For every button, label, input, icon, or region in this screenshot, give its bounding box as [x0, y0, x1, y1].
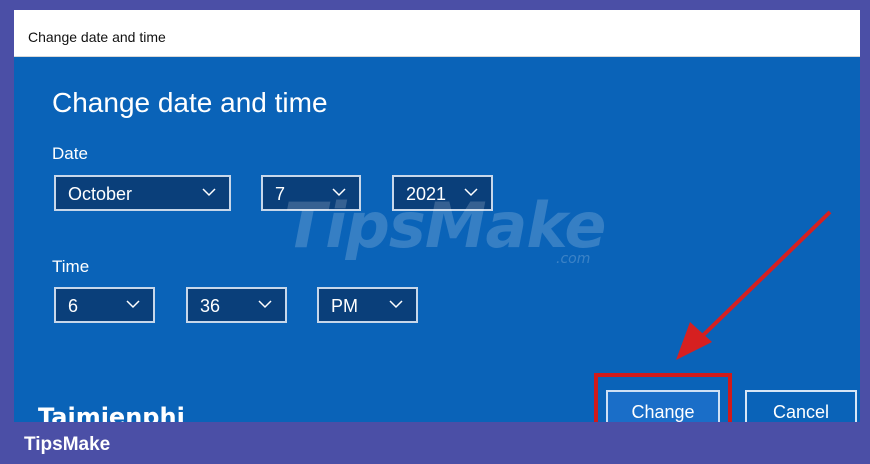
minute-select[interactable]: 36: [186, 287, 287, 323]
hour-value: 6: [68, 296, 79, 316]
month-select[interactable]: October: [54, 175, 231, 211]
change-date-time-dialog: Change date and time Date October 7 2021…: [14, 57, 860, 422]
chevron-down-icon: [126, 300, 140, 309]
cancel-button[interactable]: Cancel: [745, 390, 857, 422]
bottom-watermark-logo: Taimienphi: [38, 403, 185, 422]
minute-value: 36: [200, 296, 221, 316]
month-value: October: [68, 184, 133, 204]
hour-select[interactable]: 6: [54, 287, 155, 323]
bottom-watermark-text: Taimienphi: [38, 403, 185, 422]
change-button[interactable]: Change: [606, 390, 720, 422]
chevron-down-icon: [389, 300, 403, 309]
ampm-select[interactable]: PM: [317, 287, 418, 323]
brand-text: TipsMake: [24, 434, 111, 455]
frame-left: [0, 0, 14, 464]
window-titlebar: Change date and time: [14, 10, 860, 57]
date-label: Date: [52, 144, 88, 163]
time-label: Time: [52, 257, 90, 276]
chevron-down-icon: [202, 188, 216, 197]
frame-right: [860, 0, 870, 464]
frame-top: [0, 0, 870, 10]
chevron-down-icon: [258, 300, 272, 309]
ampm-value: PM: [331, 296, 358, 316]
watermark-suffix: .com: [556, 251, 591, 267]
bottom-brand-bar: TipsMake: [0, 422, 870, 464]
window-title: Change date and time: [28, 29, 166, 45]
dialog-heading: Change date and time: [52, 87, 328, 118]
